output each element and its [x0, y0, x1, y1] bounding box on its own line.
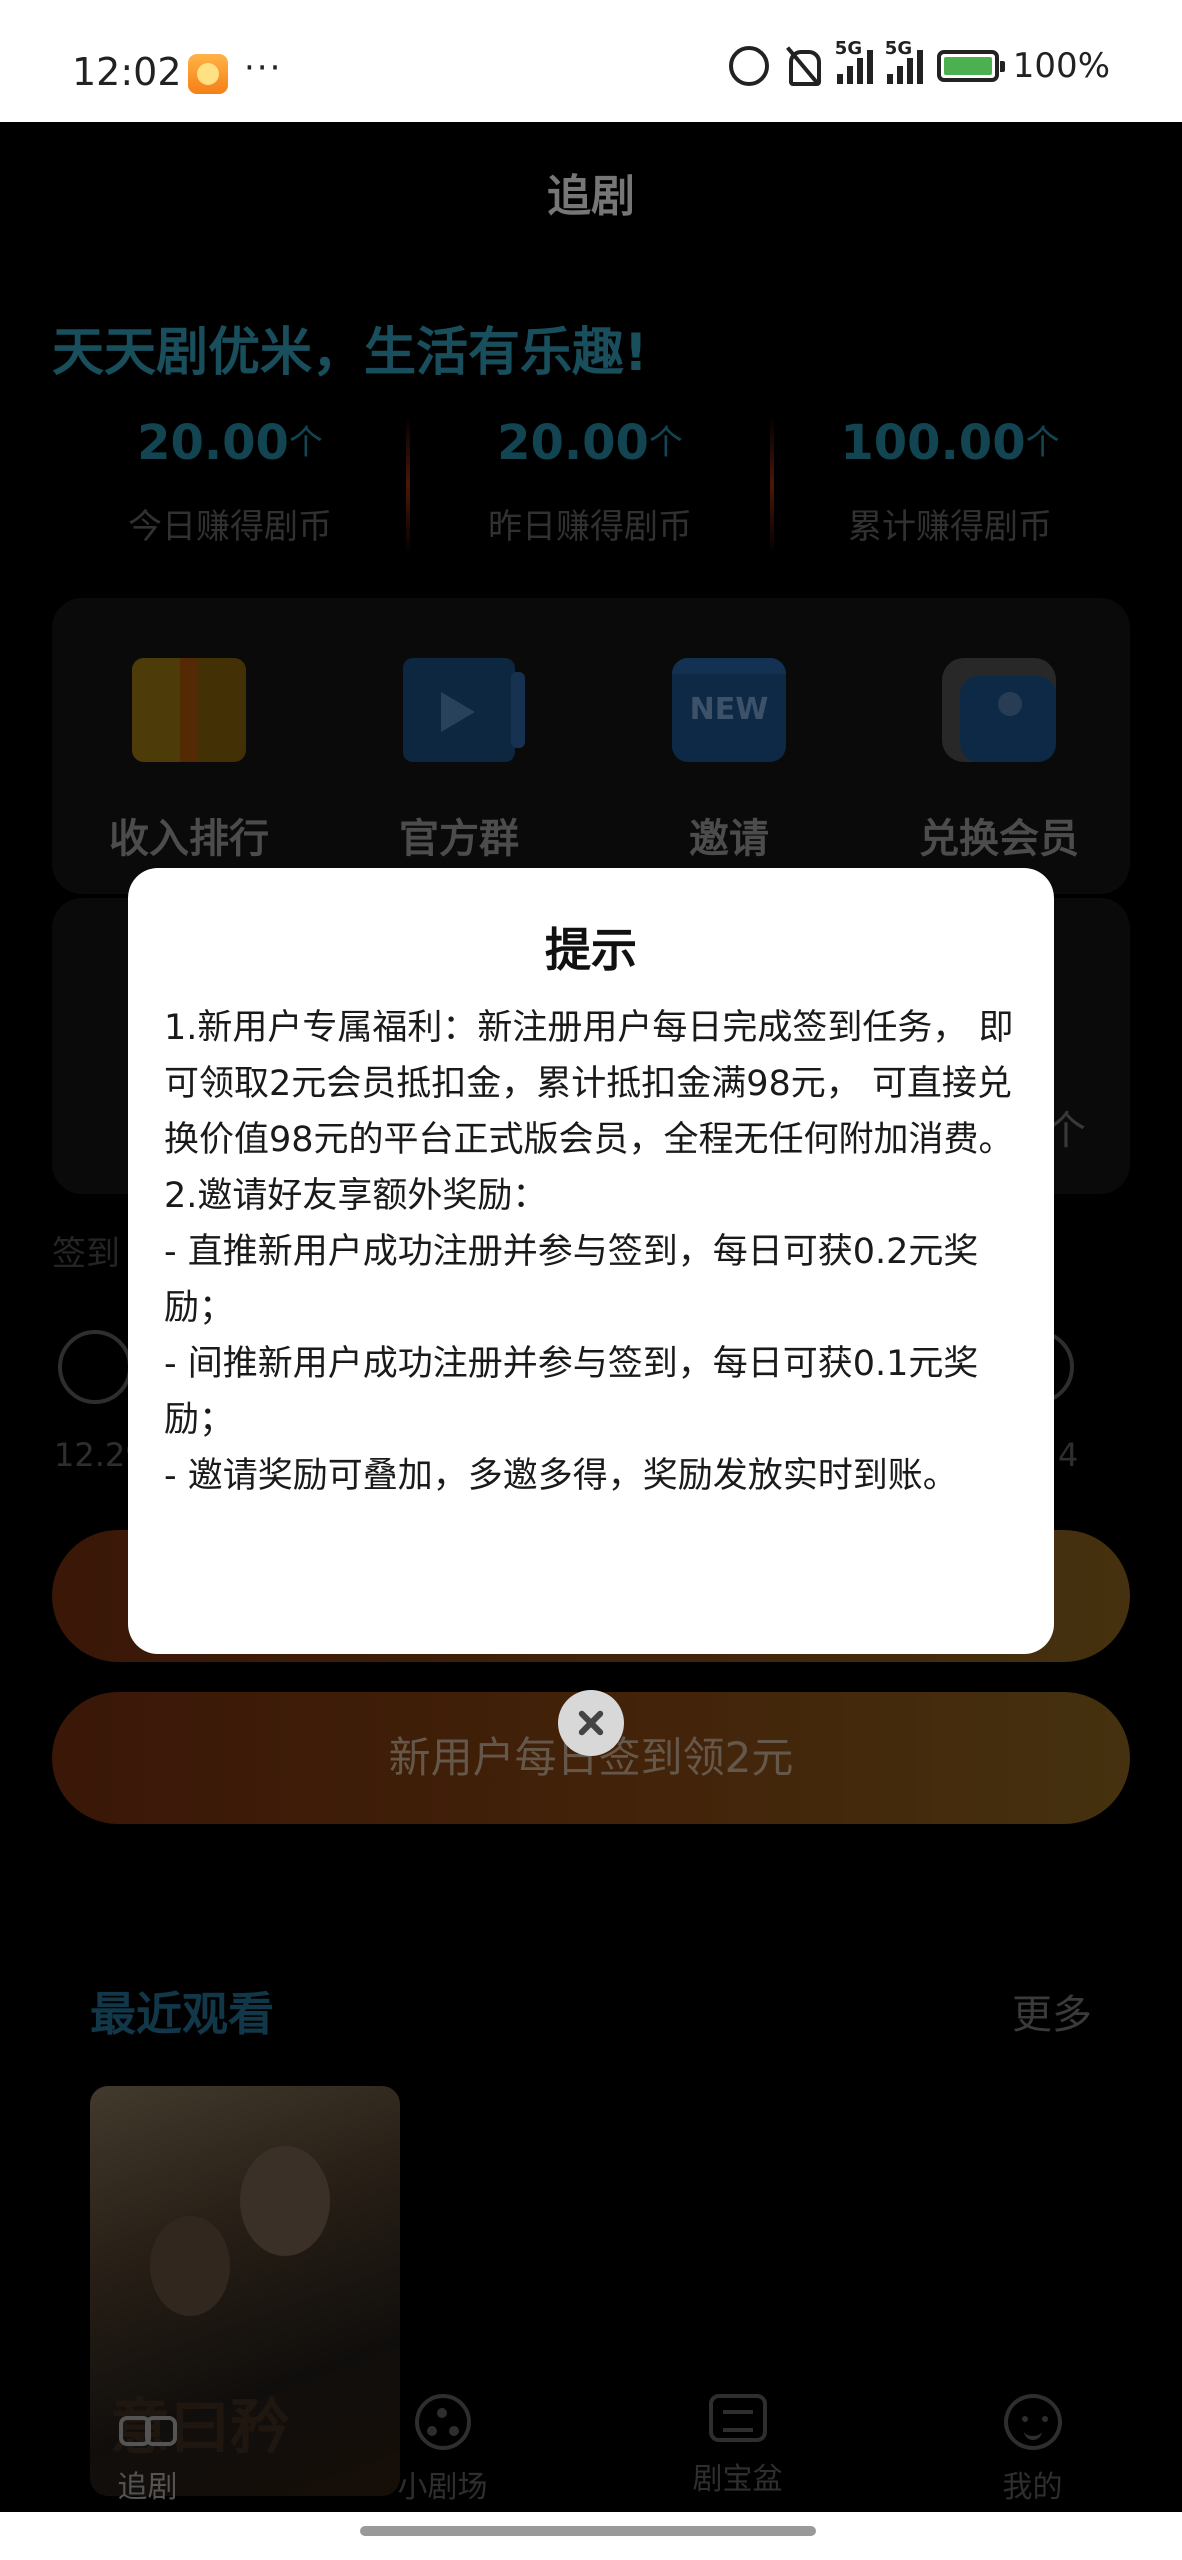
- dialog-line: 2.邀请好友享额外奖励：: [164, 1176, 548, 1216]
- mute-icon: [783, 46, 823, 86]
- gesture-area: [0, 2512, 1182, 2560]
- notice-dialog: 提示 1.新用户专属福利：新注册用户每日完成签到任务， 即可领取2元会员抵扣金，…: [128, 868, 1054, 1654]
- alarm-icon: [728, 46, 769, 86]
- dialog-title: 提示: [545, 923, 637, 977]
- status-icons: 5G 5G 100%: [728, 38, 1110, 86]
- dialog-line: - 直推新用户成功注册并参与签到，每日可获0.2元奖励；: [164, 1232, 979, 1328]
- status-bar: 12:02 ··· 5G 5G 100%: [0, 0, 1182, 122]
- battery-percent: 100%: [1012, 46, 1110, 86]
- status-time: 12:02: [72, 50, 182, 94]
- dialog-line: - 间推新用户成功注册并参与签到，每日可获0.1元奖励；: [164, 1344, 979, 1440]
- dialog-line: - 邀请奖励可叠加，多邀多得，奖励发放实时到账。: [164, 1456, 958, 1496]
- network-type-label: 5G: [884, 38, 913, 59]
- battery-icon: [936, 50, 1005, 82]
- signal-icon-1: 5G: [835, 38, 873, 84]
- dialog-line: 1.新用户专属福利：新注册用户每日完成签到任务， 即可领取2元会员抵扣金，累计抵…: [164, 1008, 1014, 1160]
- network-type-label: 5G: [834, 38, 863, 59]
- signal-icon-2: 5G: [885, 38, 923, 84]
- close-dialog-icon[interactable]: [558, 1690, 624, 1756]
- more-notifications-icon: ···: [244, 48, 283, 88]
- dialog-body: 1.新用户专属福利：新注册用户每日完成签到任务， 即可领取2元会员抵扣金，累计抵…: [164, 1000, 1024, 1504]
- home-indicator[interactable]: [360, 2526, 816, 2536]
- app-notification-icon: [188, 54, 228, 94]
